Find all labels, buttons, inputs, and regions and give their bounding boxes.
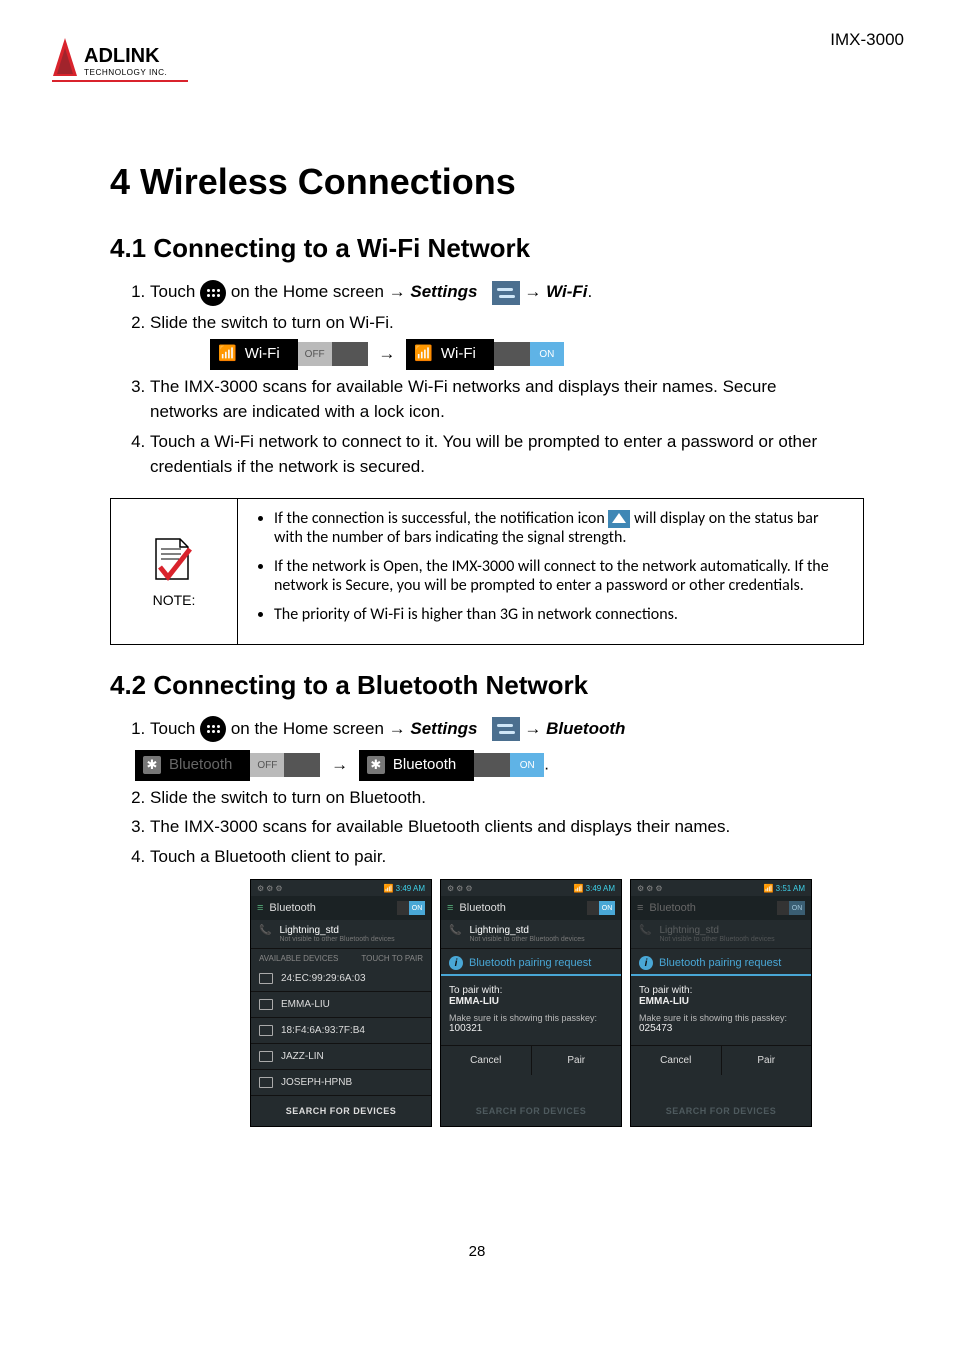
bt-device-item[interactable]: JOSEPH-HPNB [251, 1070, 431, 1096]
bt-switch[interactable]: ON [587, 901, 615, 915]
search-devices-button: SEARCH FOR DEVICES [441, 1096, 621, 1126]
cancel-button[interactable]: Cancel [441, 1046, 532, 1075]
bt-device-item[interactable]: JAZZ-LIN [251, 1044, 431, 1070]
bluetooth-icon: ✱ [367, 756, 385, 774]
wifi-toggle-off: 📶Wi-Fi OFF [210, 339, 368, 370]
bt-device-item[interactable]: 24:EC:99:29:6A:03 [251, 966, 431, 992]
apps-icon [200, 716, 226, 742]
search-devices-button: SEARCH FOR DEVICES [631, 1096, 811, 1126]
heading-section-bluetooth: 4.2 Connecting to a Bluetooth Network [110, 670, 904, 701]
pair-button[interactable]: Pair [532, 1046, 622, 1075]
cancel-button[interactable]: Cancel [631, 1046, 722, 1075]
bt-switch[interactable]: ON [777, 901, 805, 915]
settings-icon [492, 281, 520, 305]
product-id: IMX-3000 [830, 30, 904, 50]
bt-screenshot-pair1: ⚙⚙⚙ 📶 3:49 AM ≡Bluetooth ON 📞 Lightning_… [440, 879, 622, 1127]
wifi-step-1: Touch on the Home screen → Settings → Wi… [150, 279, 844, 306]
wifi-toggle-on: 📶Wi-Fi ON [406, 339, 564, 370]
bt-step-4: Touch a Bluetooth client to pair. [150, 844, 844, 870]
arrow-icon: → [325, 755, 354, 774]
wifi-icon: 📶 [218, 343, 237, 366]
page-number: 28 [0, 1243, 954, 1260]
bt-screenshot-list: ⚙⚙⚙ 📶 3:49 AM ≡Bluetooth ON 📞 Lightning_… [250, 879, 432, 1127]
bt-step-3: The IMX-3000 scans for available Bluetoo… [150, 814, 844, 840]
bt-device-item[interactable]: 18:F4:6A:93:7F:B4 [251, 1018, 431, 1044]
screenshots-row: ⚙⚙⚙ 📶 3:49 AM ≡Bluetooth ON 📞 Lightning_… [250, 879, 904, 1127]
heading-section-wifi: 4.1 Connecting to a Wi-Fi Network [110, 233, 904, 264]
settings-icon [492, 717, 520, 741]
arrow-icon: → [372, 344, 401, 363]
note-bullet-2: If the network is Open, the IMX-3000 wil… [274, 557, 845, 595]
bt-toggle-on: ✱Bluetooth ON [359, 750, 544, 781]
bt-step-2: Slide the switch to turn on Bluetooth. [150, 785, 844, 811]
bt-device-item[interactable]: EMMA-LIU [251, 992, 431, 1018]
bt-switch[interactable]: ON [397, 901, 425, 915]
note-caption: NOTE: [129, 592, 219, 608]
apps-icon [200, 280, 226, 306]
wifi-step-3: The IMX-3000 scans for available Wi-Fi n… [150, 374, 844, 425]
svg-text:TECHNOLOGY INC.: TECHNOLOGY INC. [84, 68, 167, 77]
bt-step-1: Touch on the Home screen → Settings → Bl… [150, 716, 844, 781]
heading-chapter: 4 Wireless Connections [110, 161, 904, 203]
info-icon: i [639, 956, 653, 970]
info-icon: i [449, 956, 463, 970]
brand-logo: ADLINK TECHNOLOGY INC. [50, 30, 190, 91]
bt-screenshot-pair2: ⚙⚙⚙ 📶 3:51 AM ≡Bluetooth ON 📞 Lightning_… [630, 879, 812, 1127]
wifi-step-4: Touch a Wi-Fi network to connect to it. … [150, 429, 844, 480]
note-box: NOTE: If the connection is successful, t… [110, 498, 864, 645]
note-bullet-3: The priority of Wi-Fi is higher than 3G … [274, 605, 845, 624]
wifi-icon: 📶 [414, 343, 433, 366]
pair-button[interactable]: Pair [722, 1046, 812, 1075]
svg-text:ADLINK: ADLINK [84, 45, 160, 67]
wifi-step-2: Slide the switch to turn on Wi-Fi. 📶Wi-F… [150, 310, 844, 370]
bluetooth-icon: ✱ [143, 756, 161, 774]
wifi-notification-icon [608, 510, 630, 528]
bt-toggle-off: ✱Bluetooth OFF [135, 750, 320, 781]
search-devices-button[interactable]: SEARCH FOR DEVICES [251, 1096, 431, 1126]
note-bullet-1: If the connection is successful, the not… [274, 509, 845, 547]
note-icon [150, 535, 198, 592]
